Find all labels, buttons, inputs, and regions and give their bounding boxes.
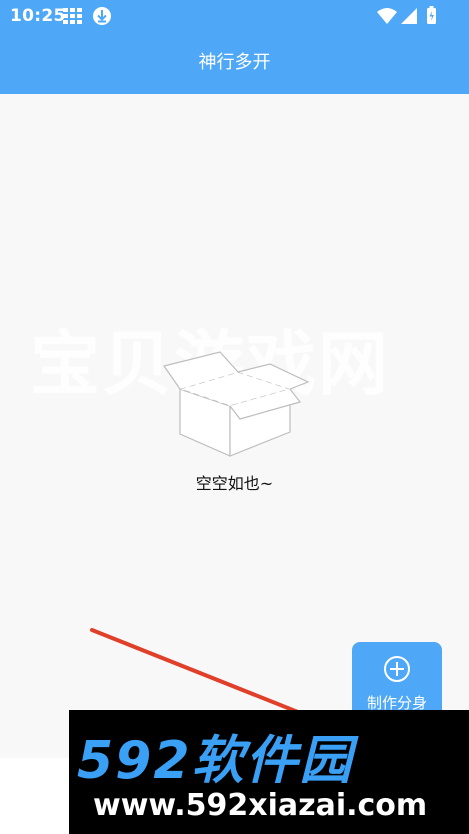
status-time: 10:25 <box>10 6 66 26</box>
empty-box-icon <box>160 344 310 468</box>
watermark-banner: 592软件园 www.592xiazai.com <box>69 710 469 834</box>
empty-state-text: 空空如也~ <box>195 474 274 493</box>
status-bar: 10:25 <box>0 0 469 32</box>
content-area: 宝贝游戏网 空空如也~ 制作分身 <box>0 94 469 758</box>
signal-icon <box>401 8 417 24</box>
download-icon <box>93 7 111 25</box>
app-title: 神行多开 <box>198 52 271 73</box>
wifi-icon <box>377 8 397 24</box>
grid-icon <box>63 8 82 24</box>
watermark-brand: 592软件园 <box>77 731 354 791</box>
status-icons-left <box>63 6 123 26</box>
app-bar: 神行多开 <box>0 32 469 94</box>
plus-circle-icon <box>382 654 412 688</box>
battery-icon <box>427 6 436 24</box>
watermark-url: www.592xiazai.com <box>93 788 428 823</box>
status-icons-right <box>377 6 439 26</box>
